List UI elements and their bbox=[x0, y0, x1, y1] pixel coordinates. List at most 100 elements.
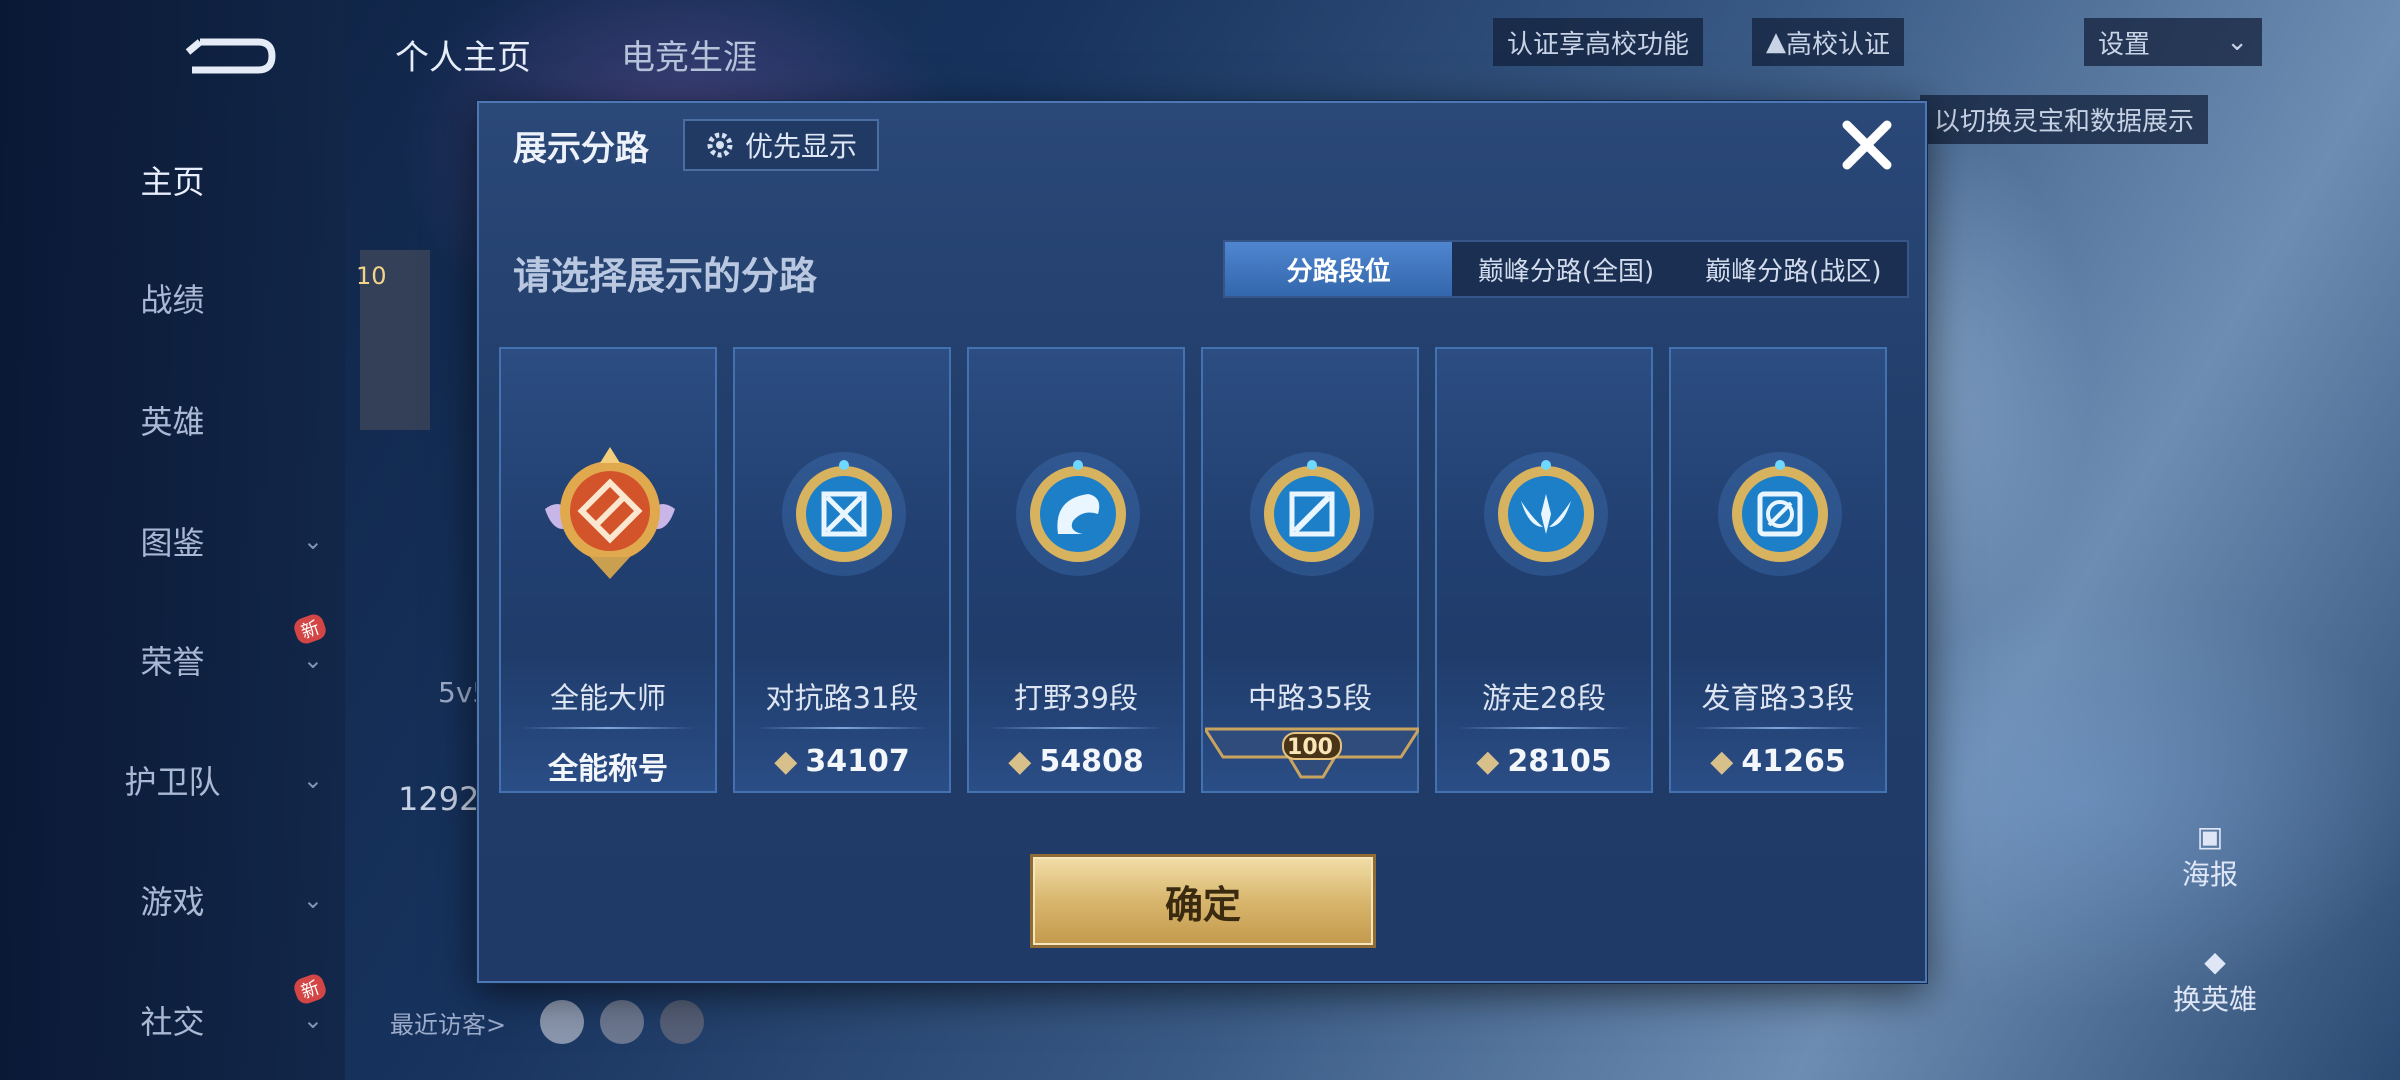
jungle-emblem-icon bbox=[1016, 452, 1140, 576]
sidebar-item-games[interactable]: 游戏 ⌄ bbox=[0, 870, 345, 930]
sidebar-item-label: 游戏 bbox=[140, 883, 205, 921]
new-badge: 新 bbox=[291, 971, 329, 1007]
hint-text: 以切换灵宝和数据展示 bbox=[1920, 95, 2209, 144]
lane-name: 对抗路31段 bbox=[765, 681, 919, 715]
tab-peak-lane-region[interactable]: 巅峰分路(战区) bbox=[1680, 242, 1907, 296]
lane-score: ◆ 28105 bbox=[1437, 744, 1651, 779]
lane-name: 游走28段 bbox=[1482, 681, 1606, 715]
back-arrow-icon[interactable] bbox=[180, 32, 276, 80]
tab-lane-rank[interactable]: 分路段位 bbox=[1225, 242, 1453, 296]
hero-swap-icon: ◆ bbox=[2204, 945, 2226, 978]
chevron-down-icon: ⌄ bbox=[302, 646, 323, 674]
tab-profile[interactable]: 个人主页 bbox=[395, 30, 531, 79]
chevron-down-icon: ⌄ bbox=[302, 766, 323, 794]
sidebar-item-record[interactable]: 战绩 bbox=[0, 268, 345, 328]
poster-label: 海报 bbox=[2181, 858, 2238, 891]
level-badge: 10 bbox=[356, 262, 387, 290]
poster-button[interactable]: ▣ 海报 bbox=[2170, 820, 2250, 893]
campus-certify-button[interactable]: ▲ 高校认证 bbox=[1752, 18, 1905, 66]
lane-title-text: 全能称号 bbox=[501, 744, 715, 788]
modal-title: 展示分路 bbox=[513, 129, 649, 169]
campus-certify-label: 高校认证 bbox=[1786, 29, 1891, 60]
settings-button[interactable]: 设置 ⌄ bbox=[2084, 18, 2262, 66]
lane-name: 中路35段 bbox=[1248, 681, 1372, 715]
all-round-master-emblem-icon bbox=[545, 447, 675, 579]
visitor-avatar[interactable] bbox=[540, 1000, 584, 1044]
select-lane-prompt: 请选择展示的分路 bbox=[513, 254, 818, 298]
sidebar: 主页 战绩 英雄 图鉴 ⌄ 荣誉 ⌄ 新 护卫队 ⌄ 游戏 ⌄ 社交 ⌄ 新 bbox=[0, 0, 345, 1080]
score-value: 54808 bbox=[1039, 744, 1144, 779]
sidebar-item-label: 主页 bbox=[140, 163, 205, 201]
lane-card-jungle[interactable]: 打野39段 ◆ 54808 bbox=[967, 347, 1185, 793]
divider bbox=[1691, 727, 1865, 729]
sidebar-item-guard-team[interactable]: 护卫队 ⌄ bbox=[0, 750, 345, 810]
divider bbox=[1457, 727, 1631, 729]
sidebar-item-label: 图鉴 bbox=[140, 524, 205, 562]
lane-card-list: 全能大师 全能称号 对抗路31段 ◆ 34107 打野39段 ◆ 54808 中… bbox=[499, 347, 1887, 793]
clash-lane-emblem-icon bbox=[782, 452, 906, 576]
score-icon: ◆ bbox=[774, 744, 798, 779]
sidebar-item-home[interactable]: 主页 bbox=[0, 150, 345, 210]
lane-card-mid[interactable]: 中路35段 100 bbox=[1201, 347, 1419, 793]
rank-stars-value: 100 bbox=[1287, 735, 1333, 760]
certify-banner[interactable]: 认证享高校功能 bbox=[1493, 18, 1704, 66]
stat-text: 1292 bbox=[398, 780, 480, 818]
campus-icon: ▲ bbox=[1766, 27, 1786, 57]
sidebar-item-codex[interactable]: 图鉴 ⌄ bbox=[0, 511, 345, 571]
divider bbox=[521, 727, 695, 729]
lane-score: ◆ 41265 bbox=[1671, 744, 1885, 779]
visitor-avatar[interactable] bbox=[660, 1000, 704, 1044]
top-tabs: 个人主页 电竞生涯 bbox=[395, 30, 757, 79]
title-value: 全能称号 bbox=[548, 752, 668, 787]
score-value: 28105 bbox=[1507, 744, 1612, 779]
score-value: 34107 bbox=[805, 744, 910, 779]
sidebar-item-label: 英雄 bbox=[140, 403, 205, 441]
mid-lane-emblem-icon bbox=[1250, 452, 1374, 576]
recent-visitors[interactable]: 最近访客> bbox=[390, 1005, 506, 1040]
sidebar-item-label: 社交 bbox=[140, 1003, 205, 1041]
close-icon[interactable] bbox=[1837, 115, 1897, 175]
tab-peak-lane-national[interactable]: 巅峰分路(全国) bbox=[1452, 242, 1679, 296]
score-icon: ◆ bbox=[1710, 744, 1734, 779]
new-badge: 新 bbox=[291, 611, 329, 647]
lane-card-roam[interactable]: 游走28段 ◆ 28105 bbox=[1435, 347, 1653, 793]
chevron-down-icon: ⌄ bbox=[302, 1006, 323, 1034]
lane-mode-tabs: 分路段位 巅峰分路(全国) 巅峰分路(战区) bbox=[1223, 240, 1909, 298]
sidebar-item-honor[interactable]: 荣誉 ⌄ 新 bbox=[0, 611, 345, 690]
poster-icon: ▣ bbox=[2196, 820, 2224, 853]
sidebar-item-label: 护卫队 bbox=[124, 763, 221, 801]
lane-card-clash[interactable]: 对抗路31段 ◆ 34107 bbox=[733, 347, 951, 793]
sidebar-item-label: 战绩 bbox=[140, 281, 205, 319]
sidebar-item-label: 荣誉 bbox=[140, 643, 205, 681]
score-icon: ◆ bbox=[1476, 744, 1500, 779]
sidebar-item-social[interactable]: 社交 ⌄ 新 bbox=[0, 971, 345, 1050]
lane-card-farm[interactable]: 发育路33段 ◆ 41265 bbox=[1669, 347, 1887, 793]
certify-text: 认证享高校功能 bbox=[1507, 29, 1690, 60]
change-hero-label: 换英雄 bbox=[2172, 983, 2257, 1016]
lane-name: 发育路33段 bbox=[1701, 681, 1855, 715]
chevron-down-icon: ⌄ bbox=[302, 527, 323, 555]
divider bbox=[755, 727, 929, 729]
divider bbox=[989, 727, 1163, 729]
priority-display-button[interactable]: 优先显示 bbox=[683, 119, 880, 171]
priority-display-label: 优先显示 bbox=[745, 130, 858, 163]
score-value: 41265 bbox=[1741, 744, 1846, 779]
chevron-down-icon: ⌄ bbox=[2226, 27, 2248, 57]
visitor-avatar[interactable] bbox=[600, 1000, 644, 1044]
recent-visitors-label: 最近访客> bbox=[390, 1011, 507, 1039]
lane-score: ◆ 34107 bbox=[735, 744, 949, 779]
sidebar-item-heroes[interactable]: 英雄 bbox=[0, 390, 345, 450]
lane-card-all-round[interactable]: 全能大师 全能称号 bbox=[499, 347, 717, 793]
lane-score: ◆ 54808 bbox=[969, 744, 1183, 779]
change-hero-button[interactable]: ◆ 换英雄 bbox=[2160, 945, 2270, 1018]
lane-name: 全能大师 bbox=[549, 681, 666, 715]
settings-label: 设置 bbox=[2098, 29, 2151, 60]
hint-label: 以切换灵宝和数据展示 bbox=[1934, 107, 2195, 137]
confirm-label: 确定 bbox=[1164, 882, 1241, 927]
tab-esports-career[interactable]: 电竞生涯 bbox=[621, 30, 757, 79]
gear-icon bbox=[707, 132, 733, 158]
score-icon: ◆ bbox=[1008, 744, 1032, 779]
farm-lane-emblem-icon bbox=[1718, 452, 1842, 576]
chevron-down-icon: ⌄ bbox=[302, 886, 323, 914]
confirm-button[interactable]: 确定 bbox=[1033, 857, 1373, 945]
